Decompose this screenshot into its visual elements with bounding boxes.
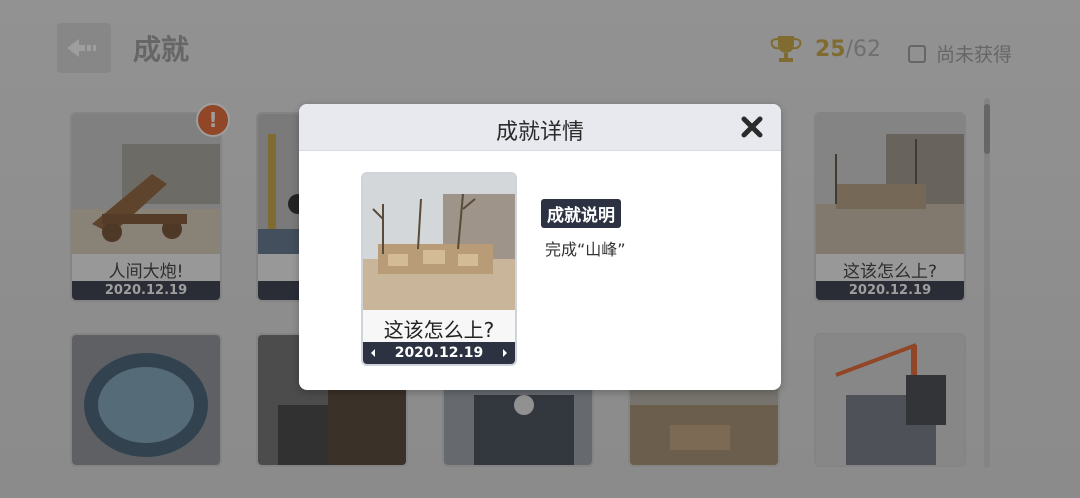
close-icon — [741, 116, 763, 138]
dialog-header: 成就详情 — [299, 104, 781, 151]
achievement-date-bar: 2020.12.19 — [363, 342, 515, 364]
right-marker-icon — [502, 349, 507, 357]
left-marker-icon — [371, 349, 375, 357]
achievement-date: 2020.12.19 — [394, 345, 484, 361]
achievement-detail-card: 这该怎么上? 2020.12.19 — [361, 172, 517, 366]
description-label: 成就说明 — [541, 199, 621, 228]
description-text: 完成“山峰” — [545, 240, 626, 259]
achievement-image — [363, 174, 515, 310]
close-button[interactable] — [738, 113, 766, 141]
achievement-detail-dialog: 成就详情 这该怎么上? 2020.12.19 成就说明 完成“山峰” — [299, 104, 781, 390]
dialog-title: 成就详情 — [495, 120, 584, 145]
achievement-name: 这该怎么上? — [383, 318, 495, 342]
